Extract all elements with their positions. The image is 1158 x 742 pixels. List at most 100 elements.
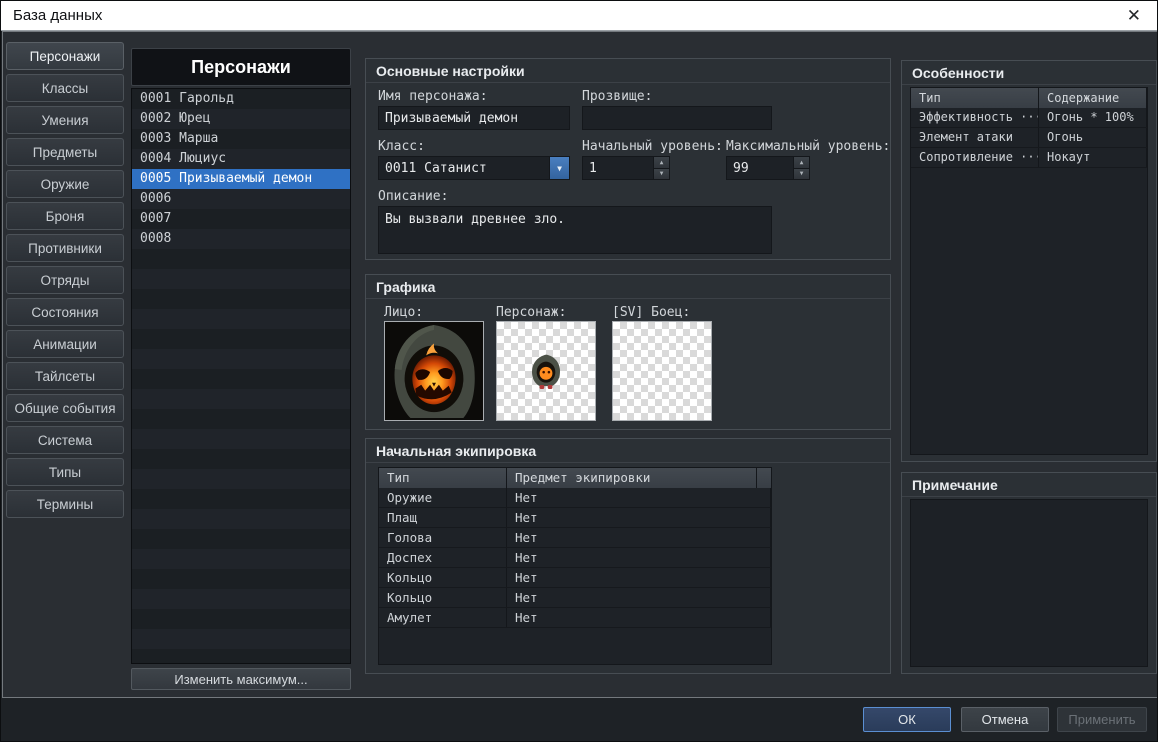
sidebar-tab-13[interactable]: Система	[6, 426, 124, 454]
title-bar: База данных ✕	[1, 1, 1157, 31]
equipment-row[interactable]: Плащ Нет	[379, 508, 771, 528]
list-item[interactable]	[132, 309, 350, 329]
trait-type-cell: Сопротивление ···	[911, 148, 1039, 167]
spinner-down-icon[interactable]: ▼	[794, 168, 809, 179]
sidebar-tab-2[interactable]: Классы	[6, 74, 124, 102]
list-item[interactable]: 0007	[132, 209, 350, 229]
spinner-up-icon[interactable]: ▲	[794, 157, 809, 169]
list-item[interactable]	[132, 549, 350, 569]
traits-col-content: Содержание	[1039, 88, 1147, 108]
sidebar-tab-6[interactable]: Броня	[6, 202, 124, 230]
list-item[interactable]: 0002 Юрец	[132, 109, 350, 129]
equipment-item-cell: Нет	[507, 588, 771, 607]
description-textarea[interactable]: Вы вызвали древнее зло.	[378, 206, 772, 254]
sidebar-tab-15[interactable]: Термины	[6, 490, 124, 518]
list-item[interactable]: 0004 Люциус	[132, 149, 350, 169]
class-dropdown[interactable]: 0011 Сатанист ▼	[378, 156, 570, 180]
traits-table[interactable]: Тип Содержание Эффективность ··· Огонь * …	[910, 87, 1148, 455]
trait-type-cell: Эффективность ···	[911, 108, 1039, 127]
list-item[interactable]	[132, 629, 350, 649]
initial-level-input[interactable]	[583, 157, 653, 179]
list-item[interactable]: 0006	[132, 189, 350, 209]
trait-type-cell: Элемент атаки	[911, 128, 1039, 147]
max-level-stepper[interactable]: ▲ ▼	[726, 156, 810, 180]
list-item[interactable]	[132, 409, 350, 429]
max-level-spin-buttons[interactable]: ▲ ▼	[793, 157, 809, 179]
list-item[interactable]	[132, 329, 350, 349]
equipment-item-cell: Нет	[507, 548, 771, 567]
equipment-row[interactable]: Амулет Нет	[379, 608, 771, 628]
traits-col-type: Тип	[911, 88, 1039, 108]
character-list[interactable]: 0001 Гарольд 0002 Юрец 0003 Марша 0004 Люци…	[131, 88, 351, 664]
sidebar-tab-11[interactable]: Тайлсеты	[6, 362, 124, 390]
list-item[interactable]	[132, 369, 350, 389]
initial-level-spin-buttons[interactable]: ▲ ▼	[653, 157, 669, 179]
cancel-button[interactable]: Отмена	[961, 707, 1049, 732]
name-input[interactable]	[378, 106, 570, 130]
sidebar-tab-1[interactable]: Персонажи	[6, 42, 124, 70]
character-label: Персонаж:	[496, 305, 567, 320]
sidebar-tab-10[interactable]: Анимации	[6, 330, 124, 358]
sidebar-tab-12[interactable]: Общие события	[6, 394, 124, 422]
ok-button[interactable]: ОК	[863, 707, 951, 732]
equipment-type-cell: Амулет	[379, 608, 507, 627]
sidebar-tab-5[interactable]: Оружие	[6, 170, 124, 198]
change-maximum-button[interactable]: Изменить максимум...	[131, 668, 351, 690]
list-item[interactable]	[132, 569, 350, 589]
list-item[interactable]	[132, 489, 350, 509]
list-item[interactable]	[132, 349, 350, 369]
basic-settings-title: Основные настройки	[366, 59, 890, 83]
trait-row[interactable]: Эффективность ··· Огонь * 100%	[911, 108, 1147, 128]
spinner-up-icon[interactable]: ▲	[654, 157, 669, 169]
list-item[interactable]: 0001 Гарольд	[132, 89, 350, 109]
equipment-row[interactable]: Голова Нет	[379, 528, 771, 548]
sidebar-tab-3[interactable]: Умения	[6, 106, 124, 134]
sidebar-tab-9[interactable]: Состояния	[6, 298, 124, 326]
equipment-row[interactable]: Оружие Нет	[379, 488, 771, 508]
list-item[interactable]	[132, 389, 350, 409]
list-item[interactable]: 0003 Марша	[132, 129, 350, 149]
trait-row[interactable]: Сопротивление ··· Нокаут	[911, 148, 1147, 168]
equipment-row[interactable]: Кольцо Нет	[379, 588, 771, 608]
trait-row[interactable]: Элемент атаки Огонь	[911, 128, 1147, 148]
demon-face-art	[385, 322, 483, 420]
equipment-row[interactable]: Доспех Нет	[379, 548, 771, 568]
list-item[interactable]	[132, 589, 350, 609]
list-item[interactable]	[132, 429, 350, 449]
sidebar-tab-8[interactable]: Отряды	[6, 266, 124, 294]
character-sprite-box[interactable]	[496, 321, 596, 421]
equipment-item-cell: Нет	[507, 608, 771, 627]
list-item[interactable]	[132, 509, 350, 529]
nickname-input[interactable]	[582, 106, 772, 130]
list-item[interactable]	[132, 289, 350, 309]
list-item[interactable]	[132, 609, 350, 629]
list-item[interactable]	[132, 529, 350, 549]
chevron-down-icon[interactable]: ▼	[549, 157, 569, 179]
equipment-type-cell: Кольцо	[379, 568, 507, 587]
list-item[interactable]	[132, 449, 350, 469]
list-item[interactable]: 0005 Призываемый демон	[132, 169, 350, 189]
max-level-input[interactable]	[727, 157, 793, 179]
equipment-table[interactable]: Тип Предмет экипировки Оружие Нет Плащ Нет Г…	[378, 467, 772, 665]
list-item[interactable]	[132, 469, 350, 489]
equipment-table-header: Тип Предмет экипировки	[379, 468, 771, 488]
list-item[interactable]: 0008	[132, 229, 350, 249]
sidebar-tab-4[interactable]: Предметы	[6, 138, 124, 166]
sidebar-tabs: Персонажи Классы Умения Предметы Оружие Броня…	[6, 42, 124, 522]
note-textarea[interactable]	[910, 499, 1148, 667]
list-item[interactable]	[132, 249, 350, 269]
spinner-down-icon[interactable]: ▼	[654, 168, 669, 179]
sidebar-tab-14[interactable]: Типы	[6, 458, 124, 486]
equipment-group: Начальная экипировка Тип Предмет экипиро…	[365, 438, 891, 674]
initial-level-stepper[interactable]: ▲ ▼	[582, 156, 670, 180]
list-item[interactable]	[132, 269, 350, 289]
face-image[interactable]	[384, 321, 484, 421]
equipment-row[interactable]: Кольцо Нет	[379, 568, 771, 588]
graphics-group: Графика Лицо: Персонаж: [SV] Боец:	[365, 274, 891, 430]
close-icon[interactable]: ✕	[1123, 6, 1145, 26]
sv-battler-box[interactable]	[612, 321, 712, 421]
traits-table-body: Эффективность ··· Огонь * 100% Элемент ата…	[911, 108, 1147, 168]
apply-button: Применить	[1057, 707, 1147, 732]
nickname-label: Прозвище:	[582, 89, 653, 104]
sidebar-tab-7[interactable]: Противники	[6, 234, 124, 262]
